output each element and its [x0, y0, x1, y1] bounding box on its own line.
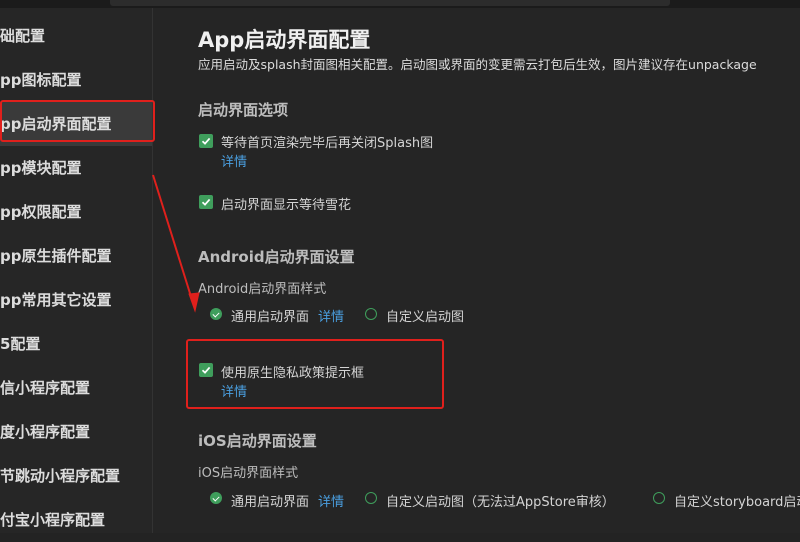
radio-android-custom-splash[interactable]	[365, 308, 377, 320]
page-title: App启动界面配置	[198, 28, 371, 52]
section-title-ios: iOS启动界面设置	[198, 432, 317, 450]
details-link-ios-default[interactable]: 详情	[318, 491, 344, 510]
checkmark-icon	[201, 137, 211, 145]
sidebar-item-label: 信小程序配置	[0, 379, 91, 397]
radio-label: 通用启动界面	[231, 495, 310, 510]
android-style-label: Android启动界面样式	[198, 282, 327, 297]
page-description: 应用启动及splash封面图相关配置。启动图或界面的变更需云打包后生效，图片建议…	[198, 57, 757, 72]
radio-label: 自定义启动图（无法过AppStore审核）	[386, 495, 615, 510]
ios-style-label: iOS启动界面样式	[198, 466, 299, 481]
sidebar-item-weixin-mp[interactable]: 信小程序配置	[0, 366, 152, 410]
checkbox-label: 等待首页渲染完毕后再关闭Splash图	[221, 136, 434, 151]
window-top-bar	[0, 0, 800, 8]
sidebar-item-alipay-mp[interactable]: 付宝小程序配置	[0, 498, 152, 542]
sidebar-item-app-native-plugins[interactable]: pp原生插件配置	[0, 234, 152, 278]
sidebar-item-label: pp原生插件配置	[0, 247, 112, 265]
sidebar-item-app-other-settings[interactable]: pp常用其它设置	[0, 278, 152, 322]
radio-android-default-splash[interactable]	[210, 308, 222, 320]
sidebar-item-app-splash[interactable]: pp启动界面配置	[0, 102, 152, 146]
radio-label: 通用启动界面	[231, 310, 310, 325]
radio-ios-custom-splash[interactable]	[365, 492, 377, 504]
section-title-android: Android启动界面设置	[198, 248, 355, 266]
sidebar-item-label: 5配置	[0, 335, 41, 353]
sidebar-item-label: pp图标配置	[0, 71, 82, 89]
sidebar-item-label: 础配置	[0, 27, 46, 45]
sidebar-item-h5[interactable]: 5配置	[0, 322, 152, 366]
checkbox-wait-first-render[interactable]	[199, 134, 213, 148]
sidebar-item-label: pp模块配置	[0, 159, 82, 177]
section-title-splash-options: 启动界面选项	[198, 101, 289, 119]
settings-sidebar: 础配置 pp图标配置 pp启动界面配置 pp模块配置 pp权限配置 pp原生插件…	[0, 8, 153, 533]
radio-label: 自定义启动图	[386, 310, 465, 325]
radio-label: 自定义storyboard启动	[674, 495, 800, 510]
radio-ios-default-splash[interactable]	[210, 492, 222, 504]
checkbox-native-privacy-dialog[interactable]	[199, 363, 213, 377]
sidebar-item-label: pp权限配置	[0, 203, 82, 221]
sidebar-item-app-permissions[interactable]: pp权限配置	[0, 190, 152, 234]
sidebar-item-label: 度小程序配置	[0, 423, 91, 441]
checkbox-label: 启动界面显示等待雪花	[221, 198, 352, 213]
sidebar-item-label: pp启动界面配置	[0, 115, 112, 133]
tab-strip	[110, 0, 670, 6]
sidebar-item-baidu-mp[interactable]: 度小程序配置	[0, 410, 152, 454]
sidebar-item-label: pp常用其它设置	[0, 291, 112, 309]
main-panel: App启动界面配置 应用启动及splash封面图相关配置。启动图或界面的变更需云…	[153, 8, 800, 533]
checkbox-label: 使用原生隐私政策提示框	[221, 366, 365, 381]
sidebar-item-label: 付宝小程序配置	[0, 511, 106, 529]
sidebar-item-app-modules[interactable]: pp模块配置	[0, 146, 152, 190]
sidebar-item-toutiao-mp[interactable]: 节跳动小程序配置	[0, 454, 152, 498]
details-link-android-default[interactable]: 详情	[318, 306, 344, 325]
radio-ios-storyboard[interactable]	[653, 492, 665, 504]
checkmark-icon	[201, 198, 211, 206]
checkbox-show-waiting-spinner[interactable]	[199, 195, 213, 209]
sidebar-item-basic[interactable]: 础配置	[0, 14, 152, 58]
checkmark-icon	[201, 366, 211, 374]
details-link-privacy[interactable]: 详情	[221, 381, 247, 400]
details-link-wait-render[interactable]: 详情	[221, 151, 247, 170]
sidebar-item-app-icon[interactable]: pp图标配置	[0, 58, 152, 102]
sidebar-item-label: 节跳动小程序配置	[0, 467, 121, 485]
